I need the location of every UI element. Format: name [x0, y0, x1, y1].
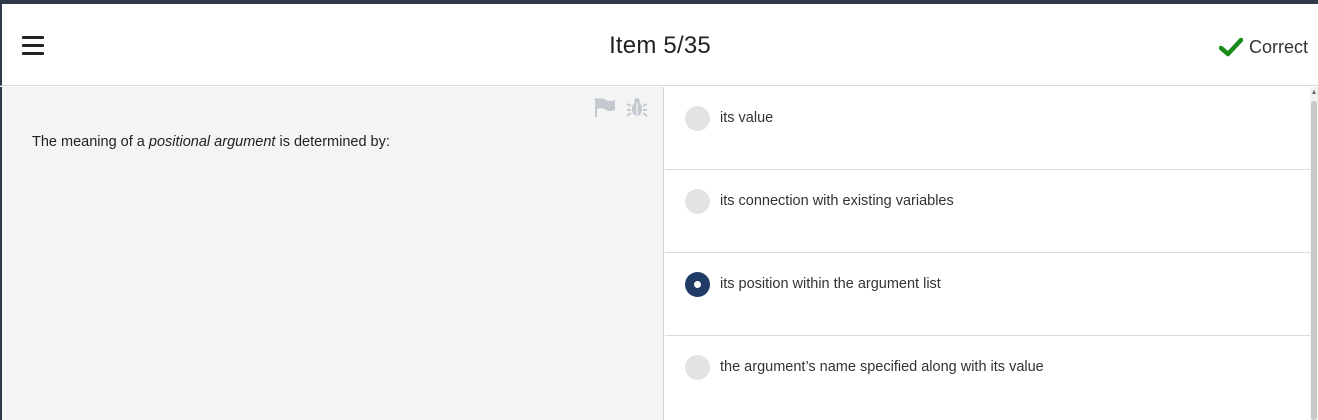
scrollbar-thumb[interactable] — [1311, 101, 1317, 420]
option-2[interactable]: its connection with existing variables — [665, 170, 1310, 253]
radio-button[interactable] — [685, 355, 710, 380]
question-pane: The meaning of a positional argument is … — [0, 87, 664, 420]
radio-button-selected[interactable] — [685, 272, 710, 297]
scrollbar[interactable]: ▴ — [1310, 87, 1318, 420]
question-text: The meaning of a positional argument is … — [32, 134, 390, 150]
option-label: its value — [720, 110, 774, 126]
option-label: its position within the argument list — [720, 276, 941, 292]
page-title: Item 5/35 — [609, 32, 711, 59]
bug-icon[interactable] — [626, 97, 648, 117]
radio-button[interactable] — [685, 189, 710, 214]
option-1[interactable]: its value — [665, 87, 1310, 170]
check-icon — [1218, 37, 1243, 57]
scroll-up-icon[interactable]: ▴ — [1310, 87, 1318, 97]
option-4[interactable]: the argument’s name specified along with… — [665, 336, 1310, 419]
option-label: its connection with existing variables — [720, 193, 954, 209]
header-bar: Item 5/35 Correct — [0, 4, 1318, 86]
option-3[interactable]: its position within the argument list — [665, 253, 1310, 336]
question-text-before: The meaning of a — [32, 134, 149, 150]
answer-status: Correct — [1218, 35, 1308, 59]
answer-options: its value its connection with existing v… — [665, 87, 1318, 420]
option-label: the argument’s name specified along with… — [720, 359, 1044, 375]
question-text-after: is determined by: — [275, 134, 390, 150]
question-tools — [594, 97, 648, 117]
radio-button[interactable] — [685, 106, 710, 131]
flag-icon[interactable] — [594, 97, 616, 117]
status-label: Correct — [1248, 36, 1308, 57]
question-emphasis: positional argument — [148, 134, 276, 150]
